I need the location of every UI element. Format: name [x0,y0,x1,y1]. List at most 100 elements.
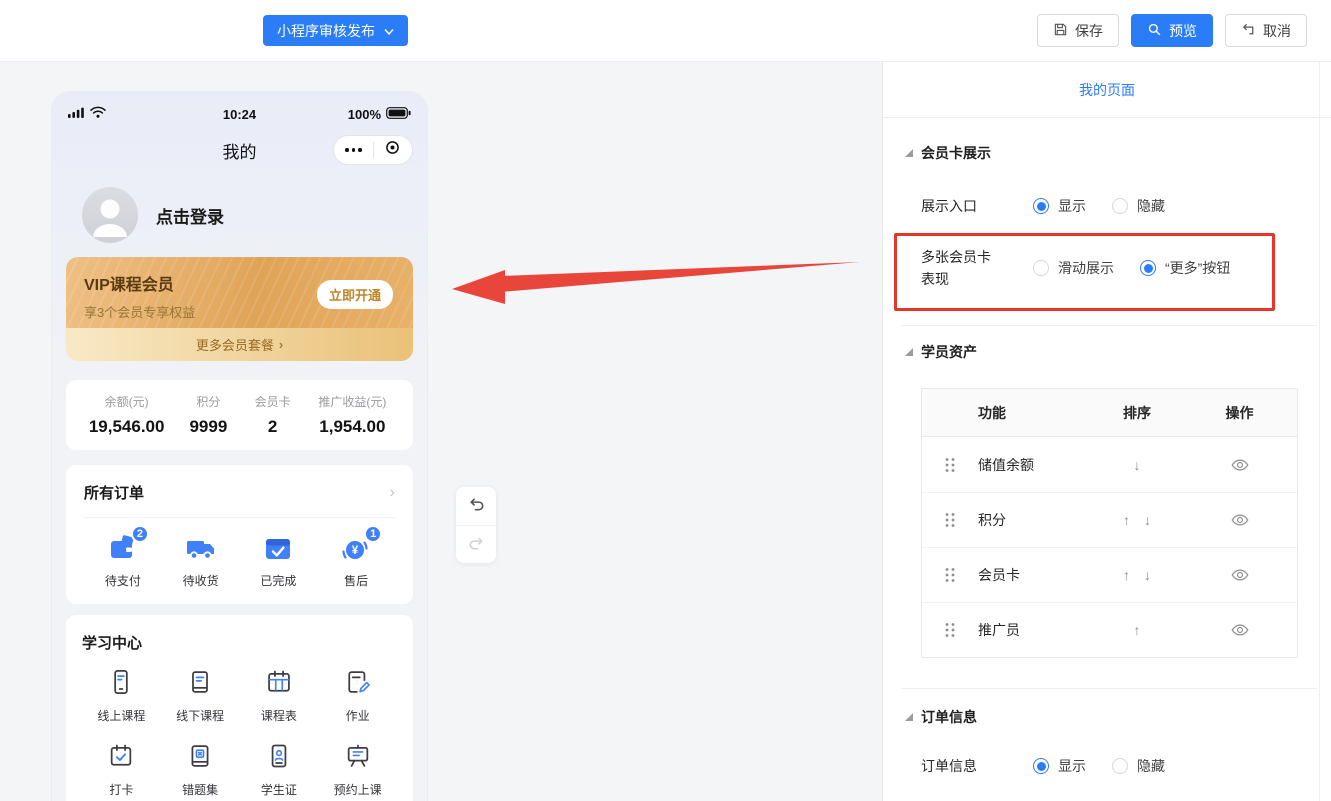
learning-item-label: 预约上课 [334,781,382,798]
radio-label: 隐藏 [1137,756,1165,776]
assets-stats-card: 余额(元) 19,546.00 积分 9999 会员卡 2 推广收益(元) 1,… [66,380,413,450]
stat-value: 1,954.00 [304,417,401,437]
more-packages-link[interactable]: 更多会员套餐 › [66,328,413,361]
sort-down-icon[interactable]: ↓ [1144,567,1151,583]
sort-down-icon[interactable]: ↓ [1144,512,1151,528]
visibility-eye-icon[interactable] [1231,458,1249,472]
sort-up-icon[interactable]: ↑ [1134,622,1141,638]
drag-handle-icon[interactable] [922,622,978,638]
sort-controls: ↑↓ [1092,567,1182,583]
stat-label: 会员卡 [241,393,303,410]
stat-balance[interactable]: 余额(元) 19,546.00 [78,393,175,437]
cancel-label: 取消 [1263,21,1291,41]
row-function-name: 推广员 [978,620,1092,640]
publish-dropdown-button[interactable]: 小程序审核发布 [263,15,408,46]
radio-slide-display[interactable]: 滑动展示 [1033,258,1114,278]
aftersale-icon: ¥ 1 [338,531,374,567]
chevron-right-icon: › [279,337,283,352]
visibility-eye-icon[interactable] [1231,568,1249,582]
stat-label: 余额(元) [78,393,175,410]
login-row[interactable]: 点击登录 [82,187,427,243]
learning-item-timetable[interactable]: 课程表 [240,668,319,724]
tab-my-page[interactable]: 我的页面 [1079,80,1135,100]
radio-show[interactable]: 显示 [1033,756,1086,776]
section-member-card-display[interactable]: 会员卡展示 [905,143,1297,163]
learning-item-homework[interactable]: 作业 [318,668,397,724]
row-order-info: 订单信息 显示 隐藏 [921,755,1297,777]
assets-table-header: 功能 排序 操作 [922,389,1297,437]
radio-label: 滑动展示 [1058,258,1114,278]
phone-preview: 10:24 100% 我的 [52,92,427,801]
redo-button[interactable] [456,525,496,563]
save-button[interactable]: 保存 [1037,14,1119,47]
status-right: 100% [348,107,411,122]
ellipsis-icon [345,148,362,152]
radio-hide[interactable]: 隐藏 [1112,756,1165,776]
collapse-caret-icon [905,149,913,157]
mini-program-editor: 小程序审核发布 保存 预览 取消 [0,0,1331,801]
radio-more-button[interactable]: “更多”按钮 [1140,258,1230,278]
radio-hide[interactable]: 隐藏 [1112,196,1165,216]
save-label: 保存 [1075,21,1103,41]
undo-button[interactable] [456,487,496,525]
col-header-function: 功能 [978,403,1092,423]
order-item-pending-pay[interactable]: 2 待支付 [84,531,162,589]
learning-item-student-card[interactable]: 学生证 [240,742,319,798]
section-order-info[interactable]: 订单信息 [905,707,1297,727]
learning-item-checkin[interactable]: 打卡 [82,742,161,798]
sort-up-icon[interactable]: ↑ [1123,512,1130,528]
homework-icon [344,668,372,701]
sort-down-icon[interactable]: ↓ [1134,457,1141,473]
learning-item-book-class[interactable]: 预约上课 [318,742,397,798]
vip-card-main: VIP课程会员 享3个会员专享权益 立即开通 [66,257,413,328]
learning-item-wrong-questions[interactable]: 错题集 [161,742,240,798]
order-item-label: 待支付 [105,572,141,589]
target-icon [385,140,400,160]
radio-label: 显示 [1058,196,1086,216]
order-item-completed[interactable]: 已完成 [240,531,318,589]
all-orders-header[interactable]: 所有订单 › [84,482,395,503]
cancel-button[interactable]: 取消 [1225,14,1307,47]
section-title-label: 订单信息 [921,707,977,727]
minimize-target-button[interactable] [374,140,413,160]
stat-member-cards[interactable]: 会员卡 2 [241,393,303,437]
drag-handle-icon[interactable] [922,457,978,473]
order-item-aftersale[interactable]: ¥ 1 售后 [317,531,395,589]
section-student-assets[interactable]: 学员资产 [905,342,1297,362]
order-item-to-receive[interactable]: 待收货 [162,531,240,589]
history-controls [456,487,496,563]
stat-value: 9999 [175,417,241,437]
more-menu-button[interactable] [334,148,373,152]
order-item-label: 待收货 [183,572,219,589]
battery-percent: 100% [348,107,381,122]
open-vip-button[interactable]: 立即开通 [317,280,393,309]
learning-item-online-course[interactable]: 线上课程 [82,668,161,724]
stat-label: 积分 [175,393,241,410]
orders-title: 所有订单 [84,482,144,503]
drag-handle-icon[interactable] [922,512,978,528]
divider [84,517,395,518]
status-left [68,105,106,123]
visibility-eye-icon[interactable] [1231,623,1249,637]
learning-center-card: 学习中心 线上课程 线下课程 [66,615,413,801]
learning-grid: 线上课程 线下课程 课程表 [82,668,397,801]
vip-member-card[interactable]: VIP课程会员 享3个会员专享权益 立即开通 更多会员套餐 › [66,257,413,361]
learning-item-offline-course[interactable]: 线下课程 [161,668,240,724]
stat-promo-earnings[interactable]: 推广收益(元) 1,954.00 [304,393,401,437]
sort-up-icon[interactable]: ↑ [1123,567,1130,583]
drag-handle-icon[interactable] [922,567,978,583]
radio-label: “更多”按钮 [1165,258,1230,278]
book-class-icon [344,742,372,775]
preview-button[interactable]: 预览 [1131,14,1213,47]
wallet-icon: 2 [105,531,141,567]
orders-grid: 2 待支付 待收货 已完成 [84,531,395,589]
radio-group-display-entry: 显示 隐藏 [1033,196,1165,216]
stat-points[interactable]: 积分 9999 [175,393,241,437]
svg-text:¥: ¥ [352,545,359,557]
visibility-eye-icon[interactable] [1231,513,1249,527]
preview-label: 预览 [1169,21,1197,41]
online-course-icon [107,668,135,701]
radio-group-order-info: 显示 隐藏 [1033,756,1165,776]
radio-show[interactable]: 显示 [1033,196,1086,216]
login-label: 点击登录 [156,203,224,228]
